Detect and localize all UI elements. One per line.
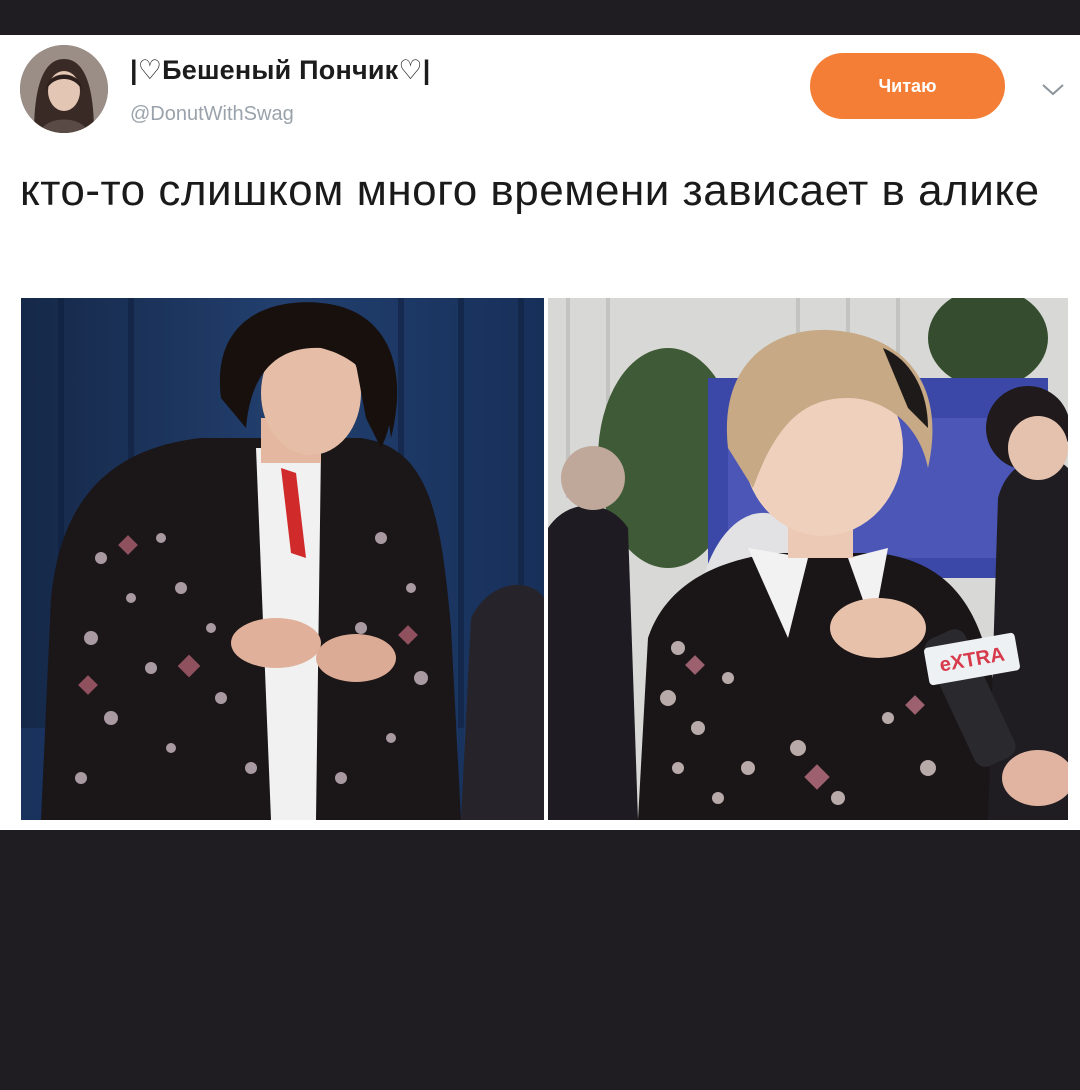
- user-handle[interactable]: @DonutWithSwag: [130, 103, 294, 126]
- display-name[interactable]: |♡Бешеный Пончик♡|: [130, 55, 431, 86]
- tweet-media[interactable]: eXTRA: [21, 298, 1068, 820]
- chevron-down-icon[interactable]: [1040, 81, 1066, 99]
- tweet-text: кто-то слишком много времени зависает в …: [20, 166, 1040, 215]
- photo-left-image: [21, 298, 544, 820]
- photo-right[interactable]: eXTRA: [548, 298, 1068, 820]
- photo-left[interactable]: [21, 298, 544, 820]
- follow-button[interactable]: Читаю: [810, 53, 1005, 119]
- avatar[interactable]: [20, 45, 108, 133]
- background-footer: [0, 830, 1080, 1090]
- tweet-card: |♡Бешеный Пончик♡| @DonutWithSwag Читаю …: [0, 35, 1080, 830]
- photo-right-image: eXTRA: [548, 298, 1068, 820]
- avatar-image: [20, 45, 108, 133]
